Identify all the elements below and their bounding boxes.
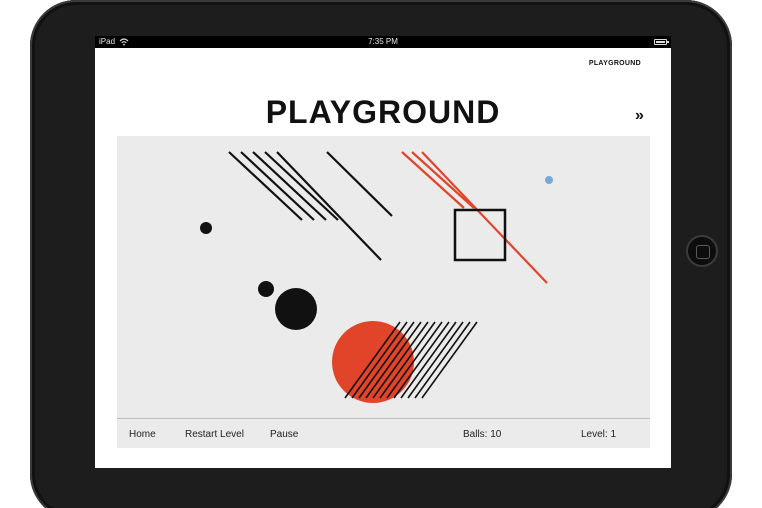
red-line-group [401, 151, 548, 284]
level-indicator: Level: 1 [581, 429, 617, 440]
black-line-group-upper [228, 151, 393, 261]
pause-button[interactable]: Pause [270, 429, 298, 440]
red-circle [332, 321, 414, 403]
home-button-icon[interactable] [686, 235, 718, 267]
app-label: PLAYGROUND [588, 60, 641, 67]
status-time: 7:35 PM [368, 37, 398, 46]
game-canvas[interactable] [117, 136, 650, 418]
bottom-bar: Home Restart Level Pause Balls: 10 Level… [117, 418, 650, 448]
medium-black-dot [258, 281, 274, 297]
small-black-dot [200, 222, 212, 234]
page-title: PLAYGROUND [265, 94, 501, 130]
large-black-circle [275, 288, 317, 330]
status-bar: iPad 7:35 PM [95, 36, 671, 48]
balls-count: Balls: 10 [463, 429, 502, 440]
home-link[interactable]: Home [129, 429, 156, 440]
ipad-screen: iPad 7:35 PM PLAYGROUND PLAYGROUND » Hom… [95, 36, 671, 468]
blue-ball[interactable] [545, 176, 553, 184]
square-outline [453, 208, 507, 262]
restart-level-button[interactable]: Restart Level [185, 429, 244, 440]
double-chevron-right-icon[interactable]: » [635, 108, 644, 124]
battery-icon [654, 39, 669, 45]
